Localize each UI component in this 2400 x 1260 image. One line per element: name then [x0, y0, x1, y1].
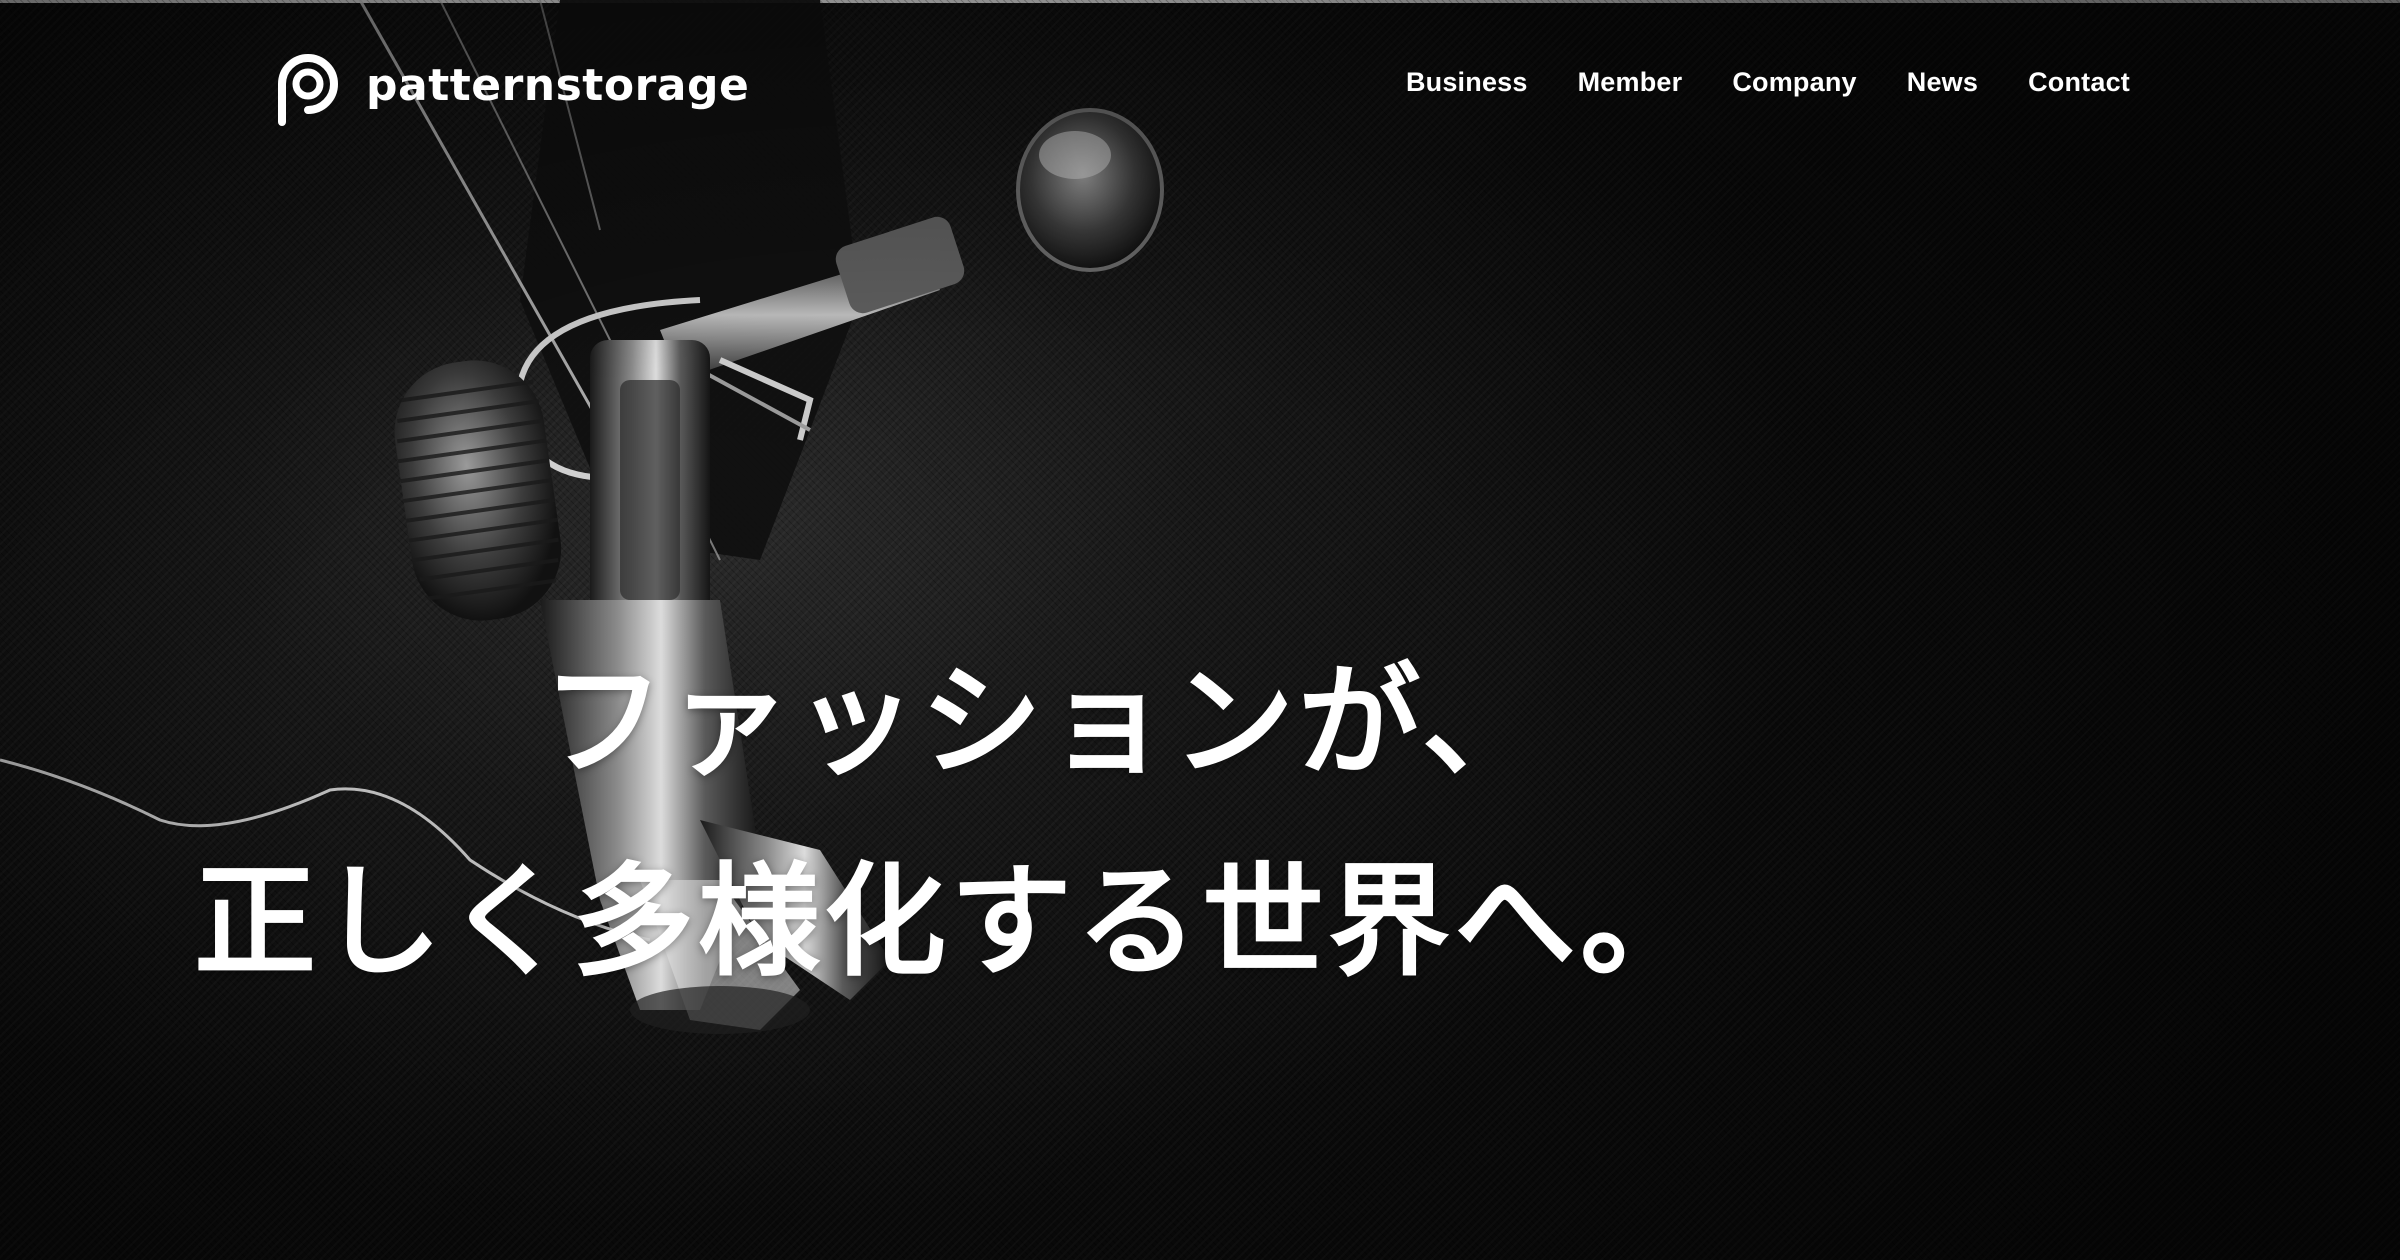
headline-line-1: ファッションが、: [542, 650, 1548, 793]
logo-link[interactable]: patternstorage: [268, 44, 749, 128]
site-header: patternstorage Business Member Company N…: [0, 0, 2400, 170]
headline-line-2: 正しく多様化する世界へ。: [194, 850, 1706, 993]
nav-member[interactable]: Member: [1578, 58, 1683, 106]
main-nav: Business Member Company News Contact: [1406, 58, 2130, 106]
hero-headline: ファッションが、 正しく多様化する世界へ。: [0, 622, 1900, 1022]
brand-name: patternstorage: [366, 60, 750, 111]
hero-section: patternstorage Business Member Company N…: [0, 0, 2400, 1260]
nav-company[interactable]: Company: [1732, 58, 1856, 106]
nav-business[interactable]: Business: [1406, 58, 1528, 106]
nav-contact[interactable]: Contact: [2028, 58, 2130, 106]
nav-news[interactable]: News: [1907, 58, 1978, 106]
p-circle-logo-icon: [278, 54, 338, 126]
